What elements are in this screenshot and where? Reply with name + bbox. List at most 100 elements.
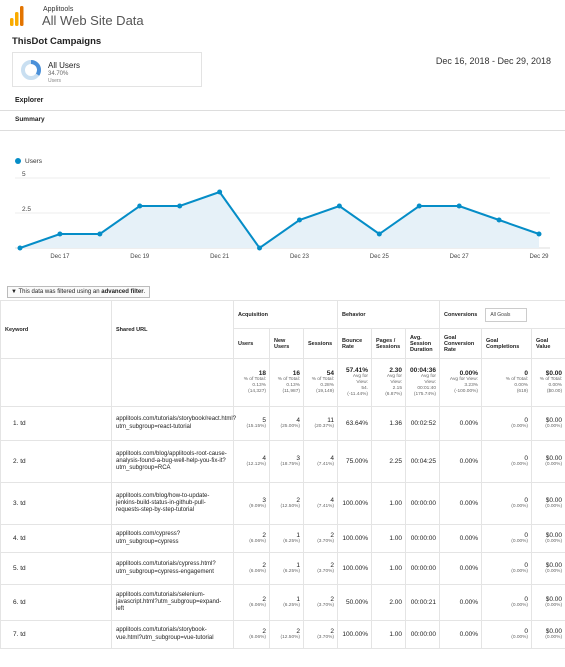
users-line-chart[interactable]: 5 2.5 Dec 17 Dec 19 Dec 21 Dec 23 Dec 25 Dec 27… [0,168,565,264]
data-point[interactable] [57,231,63,237]
metric-cell: 0 (0.00%) [481,552,533,585]
data-point[interactable] [97,231,103,237]
data-point[interactable] [296,217,302,223]
x-tick-label: Dec 23 [290,254,310,260]
column-header-new-users[interactable]: New Users [269,328,304,359]
goal-select[interactable]: All Goals [485,307,528,322]
table-row[interactable]: 2. td applitools.com/blog/applitools-root… [0,440,565,483]
column-header-keyword[interactable]: Keyword [0,300,112,359]
metric-cell: 0.00% [439,524,483,553]
x-tick-label: Dec 21 [210,254,230,260]
metric-cell: 2.00 [371,584,406,621]
data-point[interactable] [177,203,183,209]
filter-icon: ▼ [11,289,17,295]
column-header-pages-per-session[interactable]: Pages / Sessions [371,328,406,359]
metric-cell: 0.00% [439,406,483,441]
column-header-sessions[interactable]: Sessions [303,328,338,359]
property-name[interactable]: All Web Site Data [42,13,144,28]
metric-cell: 2 (3.70%) [303,584,338,621]
x-tick-label: Dec 25 [370,254,390,260]
organization-name: Applitools [43,6,74,13]
metric-cell: 0 (0.00%) [481,620,533,649]
keyword-cell[interactable]: 6. td [0,584,112,621]
metric-cell: 00:04:25 [404,440,441,483]
column-header-goal-completions[interactable]: Goal Completions [481,328,533,359]
metric-cell: 00:00:00 [404,552,441,585]
segment-card[interactable]: All Users 34.70% Users [12,52,202,87]
data-point[interactable] [536,231,542,237]
keyword-cell[interactable]: 1. td [0,406,112,441]
metric-cell: 4 (12.12%) [233,440,270,483]
report-table: Keyword Shared URL Acquisition Behavior … [0,300,565,649]
metric-cell: 1.00 [371,482,406,525]
legend-dot-icon [15,158,21,165]
metric-cell: 100.00% [337,482,372,525]
column-header-bounce-rate[interactable]: Bounce Rate [337,328,372,359]
data-point[interactable] [17,245,23,251]
table-row[interactable]: 4. td applitools.com/cypress?utm_subgroup… [0,524,565,553]
data-point[interactable] [217,189,223,195]
table-row[interactable]: 7. td applitools.com/tutorials/storybook-… [0,620,565,649]
table-row[interactable]: 3. td applitools.com/blog/how-to-update-j… [0,482,565,525]
x-tick-label: Dec 17 [50,254,70,260]
data-point[interactable] [496,217,502,223]
metric-cell: 1.00 [371,524,406,553]
metric-cell: 1 (6.25%) [269,584,304,621]
metric-cell: 63.64% [337,406,372,441]
metric-cell: 100.00% [337,524,372,553]
metric-cell: 00:00:21 [404,584,441,621]
data-point[interactable] [137,203,143,209]
shared-url-link[interactable]: applitools.com/blog/applitools-root-caus… [111,440,234,483]
data-point[interactable] [416,203,422,209]
metric-cell: 100.00% [337,552,372,585]
column-header-conversion-rate[interactable]: Goal Conversion Rate [439,328,483,359]
column-header-users[interactable]: Users [233,328,270,359]
data-point[interactable] [456,203,462,209]
table-row[interactable]: 5. td applitools.com/tutorials/cypress.ht… [0,552,565,585]
shared-url-link[interactable]: applitools.com/tutorials/storybook-vue.h… [111,620,234,649]
metric-cell: 4 (7.41%) [303,482,338,525]
shared-url-link[interactable]: applitools.com/tutorials/cypress.html?ut… [111,552,234,585]
column-header-avg-duration[interactable]: Avg. Session Duration [404,328,441,359]
keyword-cell[interactable]: 5. td [0,552,112,585]
keyword-cell[interactable]: 4. td [0,524,112,553]
data-point[interactable] [336,203,342,209]
filter-text: This data was filtered using an [18,289,100,295]
metric-cell: 3 (18.75%) [269,440,304,483]
metric-cell: 2 (6.06%) [233,620,270,649]
analytics-logo-icon [10,6,24,26]
data-point[interactable] [257,245,263,251]
y-tick-label: 5 [22,171,26,178]
keyword-cell[interactable]: 7. td [0,620,112,649]
column-header-goal-value[interactable]: Goal Value [531,328,565,359]
tab-explorer[interactable]: Explorer [15,97,43,104]
report-header: Applitools All Web Site Data [0,0,565,32]
metric-cell: 2 (6.06%) [233,552,270,585]
shared-url-link[interactable]: applitools.com/tutorials/storybook/react… [111,406,236,441]
shared-url-link[interactable]: applitools.com/tutorials/selenium-javasc… [111,584,234,621]
metric-cell: 0.00% [439,440,483,483]
metric-cell: 2 (6.06%) [233,524,270,553]
table-row[interactable]: 1. td applitools.com/tutorials/storybook/… [0,406,565,441]
metric-cell: 1 (6.25%) [269,552,304,585]
shared-url-link[interactable]: applitools.com/cypress?utm_subgroup=cypr… [111,524,234,553]
advanced-filter-link[interactable]: advanced filter [101,289,143,295]
divider [0,130,565,131]
column-header-shared-url[interactable]: Shared URL [111,300,234,359]
tab-summary[interactable]: Summary [15,116,45,123]
metric-cell: 0.00% [439,482,483,525]
metric-cell: 0 (0.00%) [481,482,533,525]
table-row[interactable]: 6. td applitools.com/tutorials/selenium-j… [0,584,565,621]
shared-url-link[interactable]: applitools.com/blog/how-to-update-jenkin… [111,482,234,525]
metric-cell: $0.00 (0.00%) [531,524,565,553]
y-tick-label: 2.5 [22,206,31,213]
data-point[interactable] [376,231,382,237]
keyword-cell[interactable]: 2. td [0,440,112,483]
metric-cell: 1.36 [371,406,406,441]
keyword-cell[interactable]: 3. td [0,482,112,525]
date-range[interactable]: Dec 16, 2018 - Dec 29, 2018 [436,56,551,66]
metric-cell: 4 (7.41%) [303,440,338,483]
metric-cell: 2 (6.06%) [233,584,270,621]
metric-cell: 2 (12.50%) [269,620,304,649]
metric-cell: 2.25 [371,440,406,483]
